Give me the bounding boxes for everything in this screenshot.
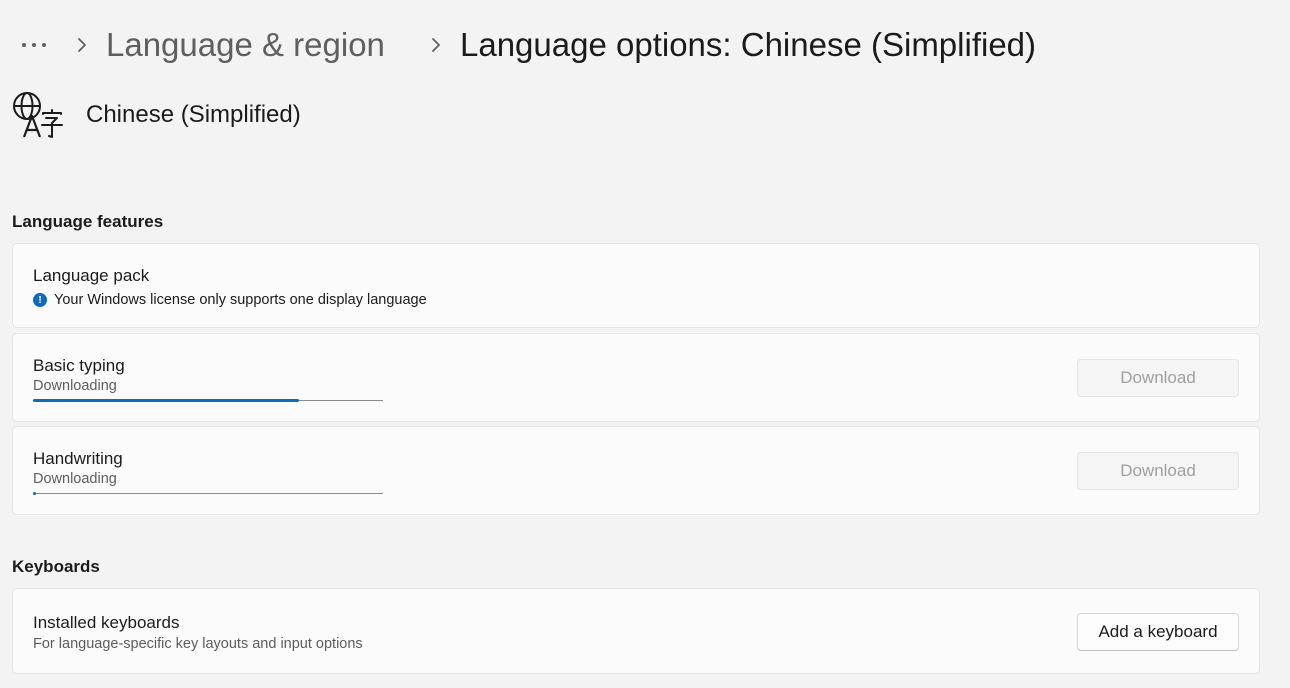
- installed-keyboards-subtitle: For language-specific key layouts and in…: [33, 636, 363, 652]
- breadcrumb-language-region-link[interactable]: Language & region: [106, 22, 385, 68]
- more-breadcrumb-button[interactable]: [14, 32, 54, 58]
- license-info: ! Your Windows license only supports one…: [33, 292, 427, 308]
- basic-typing-progress-bar: [33, 399, 383, 402]
- handwriting-status: Downloading: [33, 471, 117, 487]
- basic-typing-download-button[interactable]: Download: [1077, 359, 1239, 397]
- add-keyboard-button[interactable]: Add a keyboard: [1077, 613, 1239, 651]
- keyboards-heading: Keyboards: [12, 557, 100, 576]
- language-features-heading: Language features: [12, 212, 164, 231]
- handwriting-download-button[interactable]: Download: [1077, 452, 1239, 490]
- language-name: Chinese (Simplified): [86, 101, 301, 128]
- handwriting-progress-fill: [33, 492, 36, 495]
- language-globe-icon: [13, 92, 63, 138]
- basic-typing-card: Basic typing Downloading Download: [12, 333, 1260, 422]
- installed-keyboards-card: Installed keyboards For language-specifi…: [12, 588, 1260, 674]
- chevron-right-icon: [74, 32, 90, 58]
- basic-typing-status: Downloading: [33, 378, 117, 394]
- handwriting-card: Handwriting Downloading Download: [12, 426, 1260, 515]
- chevron-right-icon: [428, 32, 444, 58]
- language-header: Chinese (Simplified): [12, 90, 301, 140]
- license-info-text: Your Windows license only supports one d…: [54, 292, 427, 308]
- handwriting-title: Handwriting: [33, 449, 123, 468]
- basic-typing-title: Basic typing: [33, 356, 125, 375]
- language-pack-card: Language pack ! Your Windows license onl…: [12, 243, 1260, 328]
- page-title: Language options: Chinese (Simplified): [460, 26, 1037, 63]
- basic-typing-progress-fill: [33, 399, 299, 402]
- more-horizontal-icon: [22, 43, 46, 47]
- handwriting-progress-bar: [33, 492, 383, 495]
- installed-keyboards-title: Installed keyboards: [33, 613, 180, 632]
- language-pack-title: Language pack: [33, 266, 150, 285]
- info-icon: !: [33, 293, 47, 307]
